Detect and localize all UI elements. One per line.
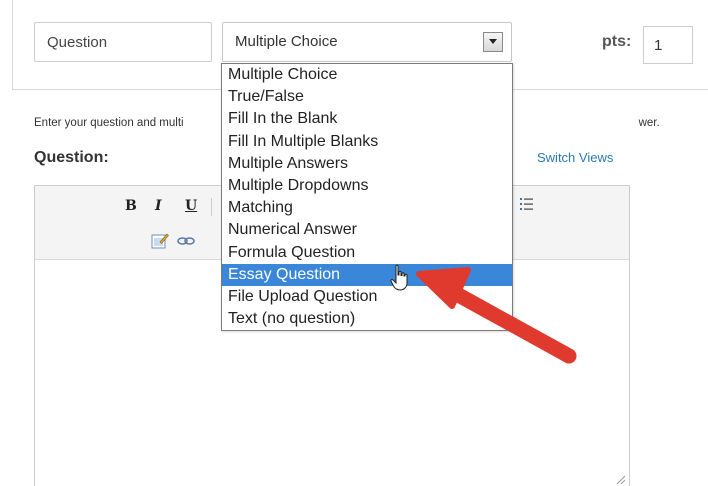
question-name-input[interactable] — [34, 22, 212, 62]
question-type-select[interactable]: Multiple Choice — [222, 22, 512, 62]
dropdown-item-file-upload-question[interactable]: File Upload Question — [222, 286, 512, 308]
underline-button[interactable]: U — [185, 198, 197, 214]
dropdown-item-formula-question[interactable]: Formula Question — [222, 242, 512, 264]
hand-cursor-icon — [390, 264, 408, 291]
dropdown-item-multiple-answers[interactable]: Multiple Answers — [222, 153, 512, 175]
question-type-selected-label: Multiple Choice — [235, 33, 338, 50]
question-type-dropdown-list[interactable]: Multiple Choice True/False Fill In the B… — [221, 63, 513, 331]
dropdown-item-matching[interactable]: Matching — [222, 197, 512, 219]
question-label: Question: — [34, 149, 109, 166]
instructions-visible: Enter your question and multi — [34, 117, 184, 129]
dropdown-item-numerical-answer[interactable]: Numerical Answer — [222, 219, 512, 241]
italic-button[interactable]: I — [155, 198, 162, 214]
dropdown-item-fill-in-the-blank[interactable]: Fill In the Blank — [222, 108, 512, 130]
points-input[interactable] — [643, 26, 693, 64]
link-icon[interactable] — [177, 235, 195, 251]
dropdown-item-fill-in-multiple-blanks[interactable]: Fill In Multiple Blanks — [222, 131, 512, 153]
toolbar-divider — [211, 198, 221, 216]
points-label: pts: — [602, 33, 632, 50]
dropdown-item-multiple-dropdowns[interactable]: Multiple Dropdowns — [222, 175, 512, 197]
resize-grip-icon[interactable] — [615, 474, 625, 484]
numbered-list-icon[interactable] — [519, 196, 535, 216]
chevron-down-icon[interactable] — [483, 32, 503, 52]
dropdown-item-essay-question[interactable]: Essay Question — [222, 263, 512, 286]
switch-views-link[interactable]: Switch Views — [537, 150, 613, 165]
dropdown-item-text-no-question[interactable]: Text (no question) — [222, 308, 512, 330]
dropdown-item-true-false[interactable]: True/False — [222, 86, 512, 108]
bold-button[interactable]: B — [125, 198, 137, 214]
instructions-tail: wer. — [638, 117, 660, 129]
edit-image-icon[interactable] — [151, 232, 169, 254]
dropdown-item-multiple-choice[interactable]: Multiple Choice — [222, 64, 512, 86]
